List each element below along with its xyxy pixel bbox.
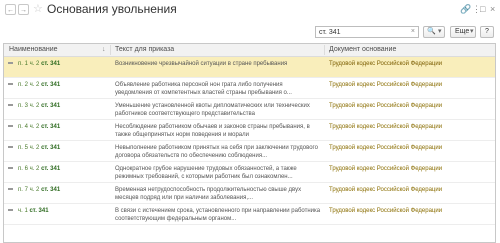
data-table: Наименование ↓ Текст для приказа Докумен… xyxy=(3,43,496,243)
row-text: Однократное грубое нарушение трудовых об… xyxy=(115,166,297,180)
row-marker xyxy=(8,167,13,169)
row-text: Временная нетрудоспособность продолжител… xyxy=(115,187,302,201)
row-name: п. 7 ч. 2 ст. 341 xyxy=(18,187,61,193)
search-icon: 🔍 xyxy=(427,28,436,35)
row-name: п. 2 ч. 2 ст. 341 xyxy=(18,82,61,88)
row-marker xyxy=(8,209,13,211)
maximize-icon[interactable]: □ xyxy=(480,3,485,15)
forward-button[interactable]: → xyxy=(18,4,29,15)
column-header-name[interactable]: Наименование xyxy=(9,44,58,56)
table-header: Наименование ↓ Текст для приказа Докумен… xyxy=(4,44,495,57)
row-marker xyxy=(8,62,13,64)
column-divider xyxy=(110,45,111,55)
table-row[interactable]: п. 2 ч. 2 ст. 341 Объявление работника п… xyxy=(4,78,495,99)
row-document: Трудовой кодекс Российской Федерации xyxy=(329,145,443,151)
row-marker xyxy=(8,83,13,85)
search-input[interactable] xyxy=(319,28,404,37)
chevron-down-icon: ▾ xyxy=(470,28,474,35)
row-text: Возникновение чрезвычайной ситуации в ст… xyxy=(115,61,288,67)
table-row[interactable]: п. 3 ч. 2 ст. 341 Уменьшение установленн… xyxy=(4,99,495,120)
link-icon[interactable]: 🔗 xyxy=(460,3,471,15)
row-text: В связи с истечением срока, установленно… xyxy=(115,208,321,222)
row-name: п. 6 ч. 2 ст. 341 xyxy=(18,166,61,172)
row-document: Трудовой кодекс Российской Федерации xyxy=(329,61,443,67)
search-button[interactable]: 🔍 ▾ xyxy=(423,26,445,38)
row-text: Объявление работника персоной нон грата … xyxy=(115,82,292,96)
column-divider xyxy=(324,45,325,55)
row-document: Трудовой кодекс Российской Федерации xyxy=(329,124,443,130)
title-bar: ← → ☆ Основания увольнения 🔗 ⋮ □ × xyxy=(0,0,500,20)
table-row[interactable]: п. 7 ч. 2 ст. 341 Временная нетрудоспосо… xyxy=(4,183,495,204)
sort-down-icon[interactable]: ↓ xyxy=(102,44,106,56)
row-marker xyxy=(8,188,13,190)
column-header-text[interactable]: Текст для приказа xyxy=(115,44,174,56)
help-button[interactable]: ? xyxy=(480,26,494,38)
row-text: Несоблюдение работником обычаев и законо… xyxy=(115,124,310,138)
chevron-down-icon: ▾ xyxy=(438,28,442,35)
back-button[interactable]: ← xyxy=(5,4,16,15)
close-icon[interactable]: × xyxy=(490,3,495,15)
row-document: Трудовой кодекс Российской Федерации xyxy=(329,187,443,193)
row-document: Трудовой кодекс Российской Федерации xyxy=(329,208,443,214)
row-text: Невыполнение работником принятых на себя… xyxy=(115,145,318,159)
table-row[interactable]: п. 6 ч. 2 ст. 341 Однократное грубое нар… xyxy=(4,162,495,183)
column-header-document[interactable]: Документ основание xyxy=(329,44,396,56)
table-row[interactable]: п. 4 ч. 2 ст. 341 Несоблюдение работнико… xyxy=(4,120,495,141)
star-icon[interactable]: ☆ xyxy=(33,2,43,16)
row-name: п. 4 ч. 2 ст. 341 xyxy=(18,124,61,130)
more-button-label: Еще xyxy=(455,28,470,35)
row-name: ч. 1 ст. 341 xyxy=(18,208,49,214)
clear-search-icon[interactable]: × xyxy=(411,27,415,37)
table-row[interactable]: п. 1 ч. 2 ст. 341 Возникновение чрезвыча… xyxy=(4,57,495,78)
row-marker xyxy=(8,104,13,106)
row-document: Трудовой кодекс Российской Федерации xyxy=(329,82,443,88)
row-text: Уменьшение установленной квоты дипломати… xyxy=(115,103,310,117)
row-name: п. 5 ч. 2 ст. 341 xyxy=(18,145,61,151)
row-name: п. 3 ч. 2 ст. 341 xyxy=(18,103,61,109)
table-row[interactable]: п. 5 ч. 2 ст. 341 Невыполнение работнико… xyxy=(4,141,495,162)
search-field[interactable]: × xyxy=(315,26,419,38)
more-button[interactable]: Еще ▾ xyxy=(450,26,476,38)
row-document: Трудовой кодекс Российской Федерации xyxy=(329,103,443,109)
table-row[interactable]: ч. 1 ст. 341 В связи с истечением срока,… xyxy=(4,204,495,225)
row-document: Трудовой кодекс Российской Федерации xyxy=(329,166,443,172)
page-title: Основания увольнения xyxy=(47,2,177,16)
row-marker xyxy=(8,125,13,127)
row-name: п. 1 ч. 2 ст. 341 xyxy=(18,61,61,67)
row-marker xyxy=(8,146,13,148)
